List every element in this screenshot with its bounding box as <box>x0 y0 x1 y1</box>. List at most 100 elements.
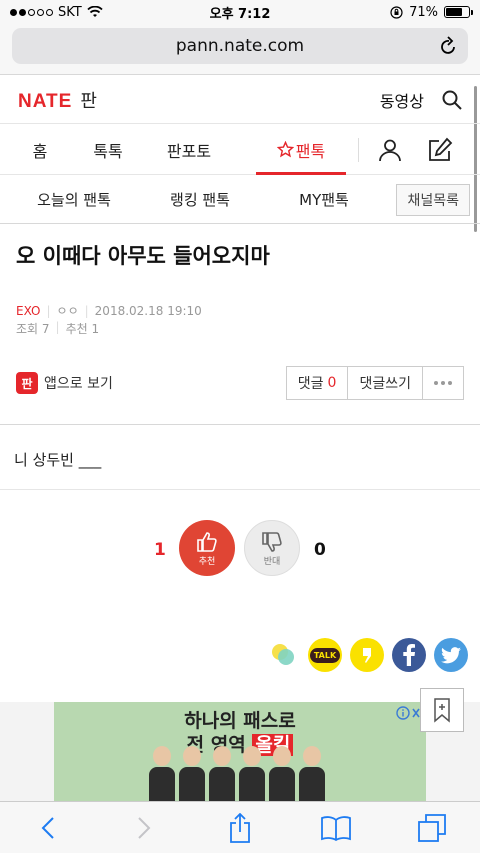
chevron-right-icon <box>138 816 151 839</box>
battery-percent: 71% <box>409 4 438 20</box>
status-bar: SKT 오후 7:12 71% <box>0 0 480 24</box>
write-comment-button[interactable]: 댓글쓰기 <box>348 367 423 399</box>
logo-brand: NATE <box>18 90 73 112</box>
floating-bookmark-button[interactable] <box>420 688 464 732</box>
share-line-button[interactable] <box>266 638 300 672</box>
downvote-count: 0 <box>314 540 326 560</box>
search-icon[interactable] <box>442 90 462 110</box>
write-button[interactable] <box>415 125 465 174</box>
chevron-left-icon <box>41 816 54 839</box>
article-body: 니 상두빈 ___ <box>14 451 102 469</box>
bookmarks-button[interactable] <box>310 806 362 850</box>
more-button[interactable] <box>423 367 463 399</box>
forward-button[interactable] <box>118 806 170 850</box>
channel-link[interactable]: EXO <box>16 304 40 318</box>
downvote-label: 반대 <box>263 556 281 567</box>
subnav-today-fantalk[interactable]: 오늘의 팬톡 <box>0 189 148 210</box>
logo-section: 판 <box>80 90 97 112</box>
meta-divider: | <box>55 320 60 334</box>
edit-icon <box>429 137 453 161</box>
tab-fantalk[interactable]: 팬톡 <box>256 125 346 175</box>
back-button[interactable] <box>22 806 74 850</box>
tab-toktok[interactable]: 톡톡 <box>80 125 136 174</box>
comment-button-group: 댓글 0 댓글쓰기 <box>285 366 464 400</box>
recommend-count: 추천 1 <box>65 322 100 336</box>
tab-label: 판포토 <box>166 141 212 161</box>
user-icon <box>379 139 401 161</box>
view-count: 조회 7 <box>16 322 50 336</box>
upvote-button[interactable]: 추천 <box>179 520 235 576</box>
tab-label: 톡톡 <box>93 141 123 161</box>
upvote-count: 1 <box>154 540 166 560</box>
comment-button[interactable]: 댓글 0 <box>287 367 349 399</box>
write-comment-label: 댓글쓰기 <box>359 376 411 392</box>
kakaotalk-icon: TALK <box>309 647 341 663</box>
tab-label: 홈 <box>32 141 48 161</box>
signal-icon <box>10 8 53 16</box>
book-icon <box>321 815 351 841</box>
orientation-lock-icon <box>390 5 403 19</box>
subnav-ranking-fantalk[interactable]: 랭킹 팬톡 <box>148 189 252 210</box>
article-stats: 조회 7 | 추천 1 <box>16 320 99 337</box>
sub-nav: 오늘의 팬톡 랭킹 팬톡 MY팬톡 채널목록 <box>0 176 480 224</box>
tabs-button[interactable] <box>406 806 458 850</box>
battery-icon <box>444 6 473 18</box>
subnav-label: MY팬톡 <box>299 191 349 209</box>
ad-area: 하나의 패스로 전 영역 올킬 <box>0 702 480 802</box>
pann-app-icon[interactable]: 판 <box>16 372 38 394</box>
main-nav: 홈 톡톡 판포토 팬톡 <box>0 125 480 175</box>
article-meta: EXO | ㅇㅇ | 2018.02.18 19:10 <box>16 302 202 319</box>
star-icon <box>276 141 294 158</box>
downvote-button[interactable]: 반대 <box>244 520 300 576</box>
author-nickname: ㅇㅇ <box>56 304 79 318</box>
upvote-label: 추천 <box>198 556 216 567</box>
article-actions: 판 앱으로 보기 댓글 0 댓글쓰기 <box>16 366 464 400</box>
carrier-label: SKT <box>58 4 82 20</box>
nate-pann-logo[interactable]: NATE 판 <box>18 87 97 113</box>
share-twitter-button[interactable] <box>434 638 468 672</box>
share-kakaostory-button[interactable] <box>350 638 384 672</box>
kakaostory-icon <box>363 648 371 663</box>
tabs-icon <box>418 813 446 842</box>
nav-divider <box>358 137 359 162</box>
open-in-app-link[interactable]: 앱으로 보기 <box>44 373 113 393</box>
comment-count: 0 <box>327 375 337 391</box>
article-title: 오 이때다 아무도 들어오지마 <box>16 244 270 268</box>
divider <box>0 489 480 490</box>
tab-home[interactable]: 홈 <box>0 125 80 174</box>
share-icon <box>230 812 250 843</box>
facebook-icon <box>403 644 415 666</box>
reload-icon[interactable] <box>440 36 458 56</box>
comment-label: 댓글 <box>297 376 324 392</box>
ad-choices-icon[interactable] <box>396 706 422 723</box>
bookmark-add-icon <box>434 698 450 723</box>
subnav-my-fantalk[interactable]: MY팬톡 <box>252 189 396 210</box>
line-icon <box>272 644 294 665</box>
subnav-label: 랭킹 팬톡 <box>170 191 230 209</box>
meta-divider: | <box>84 303 89 318</box>
wifi-icon <box>87 6 103 17</box>
browser-toolbar <box>0 801 480 853</box>
ad-banner[interactable]: 하나의 패스로 전 영역 올킬 <box>54 702 426 802</box>
channel-list-button[interactable]: 채널목록 <box>396 183 470 216</box>
tab-label: 팬톡 <box>295 141 326 161</box>
share-buttons: TALK <box>266 638 468 672</box>
subnav-label: 오늘의 팬톡 <box>37 191 111 209</box>
share-facebook-button[interactable] <box>392 638 426 672</box>
meta-divider: | <box>46 303 51 318</box>
thumbs-up-icon <box>197 531 217 552</box>
vote-section: 1 추천 반대 0 <box>0 520 480 580</box>
video-link[interactable]: 동영상 <box>380 88 424 112</box>
more-icon <box>434 381 452 385</box>
url-text: pann.nate.com <box>175 36 305 56</box>
divider <box>0 424 480 425</box>
profile-button[interactable] <box>365 125 415 174</box>
url-bar[interactable]: pann.nate.com <box>12 28 468 64</box>
share-button[interactable] <box>214 806 266 850</box>
thumbs-down-icon <box>262 531 282 552</box>
twitter-icon <box>441 646 461 663</box>
browser-top-bar: SKT 오후 7:12 71% pann.nate.com <box>0 0 480 75</box>
tab-panphoto[interactable]: 판포토 <box>136 125 242 174</box>
post-datetime: 2018.02.18 19:10 <box>94 303 202 318</box>
share-kakaotalk-button[interactable]: TALK <box>308 638 342 672</box>
